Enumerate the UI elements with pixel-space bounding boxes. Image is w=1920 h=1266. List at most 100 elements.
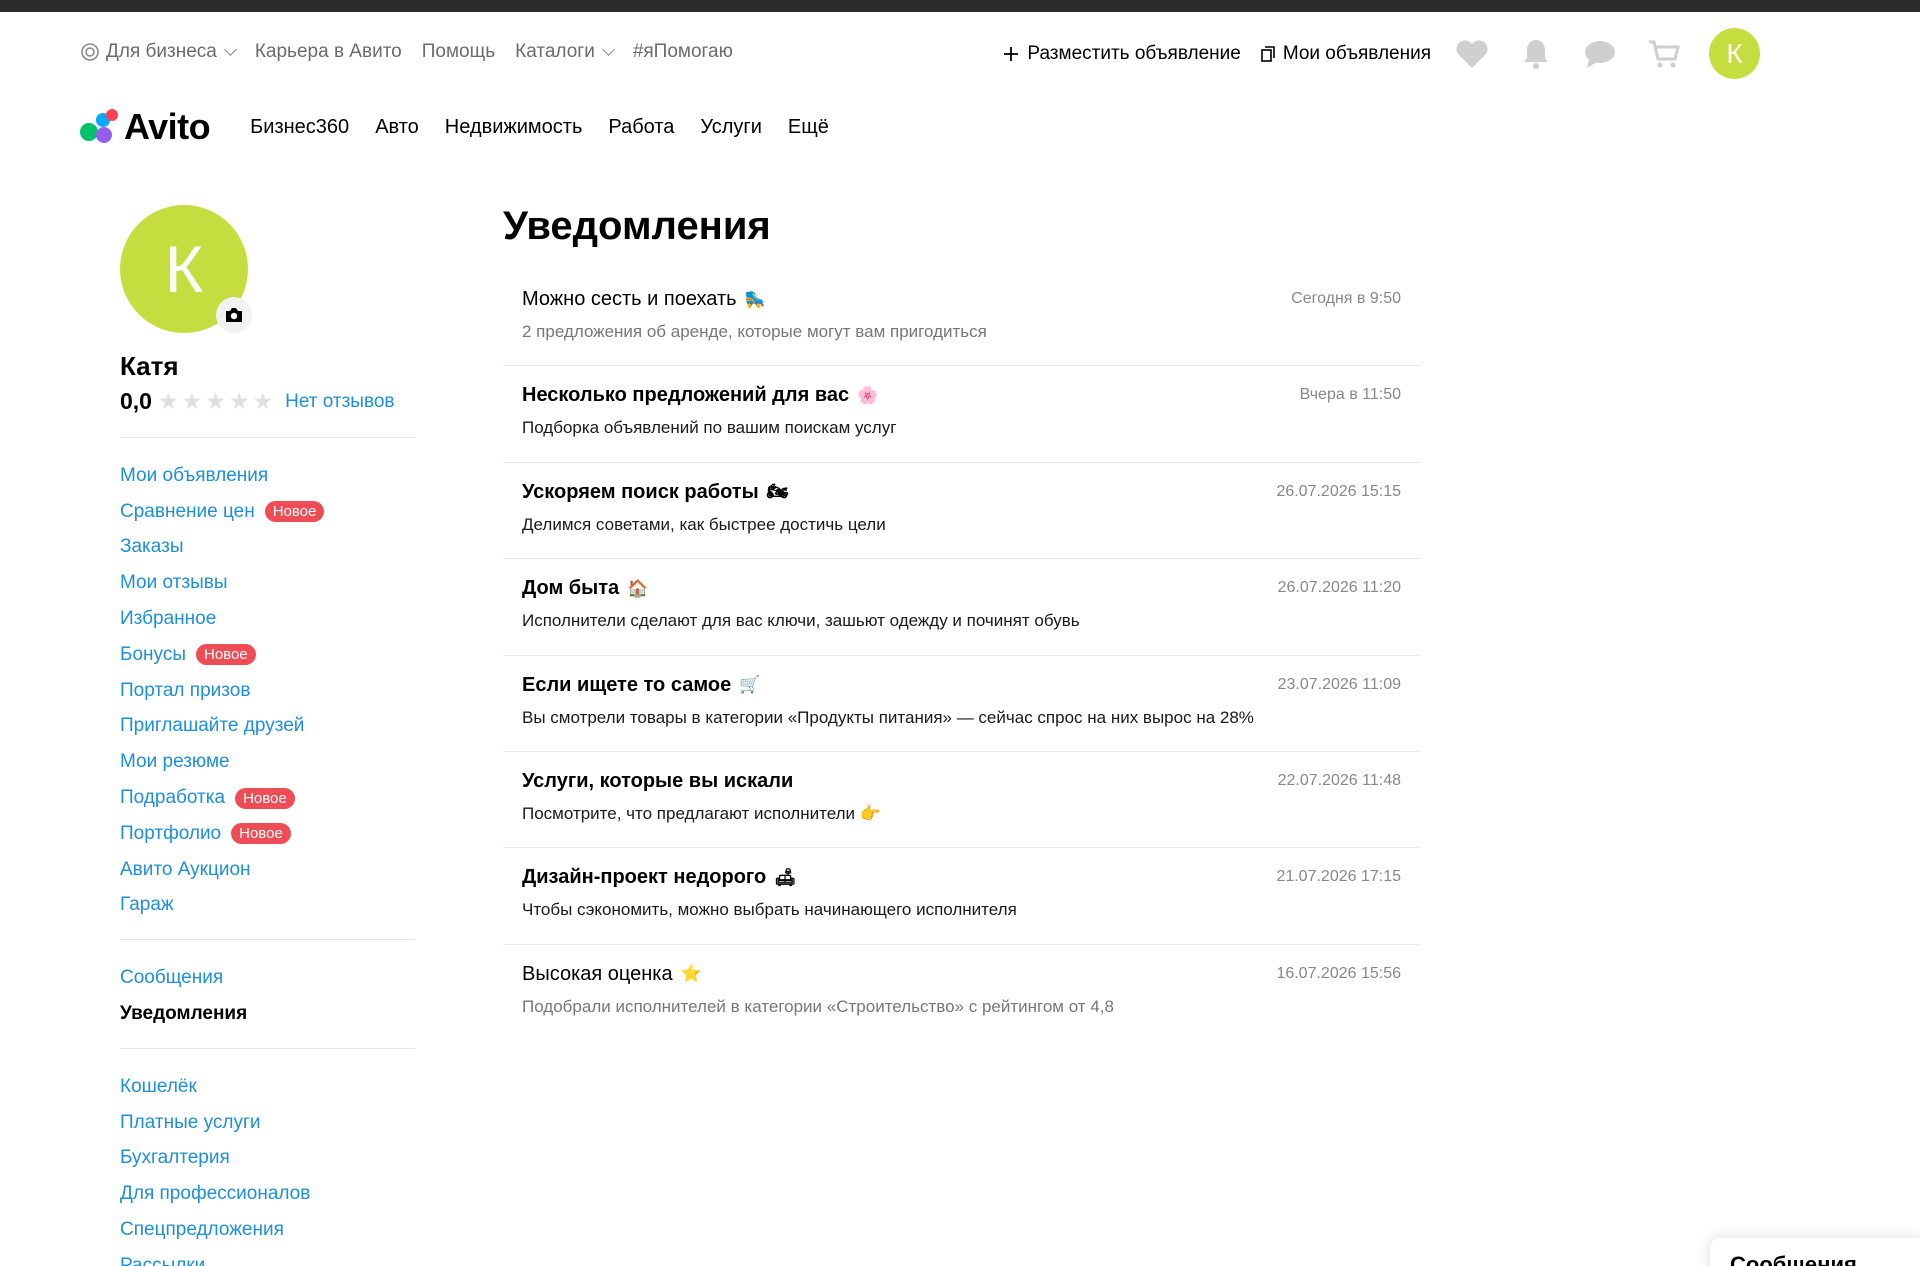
nav-auto[interactable]: Авто xyxy=(375,116,419,139)
business-icon xyxy=(81,43,99,61)
sidebar-item[interactable]: Избранное xyxy=(120,601,415,637)
notification-title-row: Если ищете то самое 🛒 xyxy=(522,674,1401,697)
sidebar-item[interactable]: Авито Аукцион xyxy=(120,852,415,888)
sidebar-item[interactable]: Приглашайте друзей xyxy=(120,709,415,745)
messages-button[interactable] xyxy=(1581,35,1619,73)
notification-time: Сегодня в 9:50 xyxy=(1291,290,1401,307)
new-badge: Новое xyxy=(264,501,325,523)
notification-item[interactable]: Ускоряем поиск работы 🏍 Делимся советами, … xyxy=(503,463,1421,560)
notification-time: 23.07.2026 11:09 xyxy=(1277,675,1401,693)
notification-subtitle: Посмотрите, что предлагают исполнители 👉 xyxy=(522,803,881,823)
sidebar-item-label: Платные услуги xyxy=(120,1111,261,1133)
notification-title: Несколько предложений для вас xyxy=(522,384,850,407)
notification-title-row: Дом быта 🏠 xyxy=(522,577,1401,600)
help-link[interactable]: Помощь xyxy=(422,41,495,63)
sidebar-item[interactable]: Кошелёк xyxy=(120,1069,415,1105)
nav-business360[interactable]: Бизнес360 xyxy=(250,116,349,139)
sidebar-item[interactable]: Мои объявления xyxy=(120,458,415,494)
notifications-list: Можно сесть и поехать 🛼 2 предложения об а… xyxy=(503,270,1421,1041)
notifications-button[interactable] xyxy=(1517,35,1555,73)
favorites-button[interactable] xyxy=(1453,35,1491,73)
sidebar-item-label: Кошелёк xyxy=(120,1075,197,1097)
sidebar-item-label: Бухгалтерия xyxy=(120,1147,230,1169)
cart-button[interactable] xyxy=(1645,35,1683,73)
bell-icon xyxy=(1524,39,1548,69)
notification-time: 16.07.2026 15:56 xyxy=(1276,964,1401,982)
ihelp-link[interactable]: #яПомогаю xyxy=(633,41,733,63)
post-ad-label: Разместить объявление xyxy=(1027,42,1241,64)
for-business-label: Для бизнеса xyxy=(106,41,217,62)
sidebar-item[interactable]: Заказы xyxy=(120,530,415,566)
notification-title: Дизайн-проект недорого xyxy=(522,866,767,889)
avatar-letter: К xyxy=(164,232,204,306)
user-avatar[interactable]: К xyxy=(1709,28,1760,79)
sidebar-item[interactable]: Для профессионалов xyxy=(120,1176,415,1212)
notification-item[interactable]: Высокая оценка ⭐ Подобрали исполнителей в … xyxy=(503,945,1421,1041)
nav-jobs[interactable]: Работа xyxy=(608,116,674,139)
avito-logo[interactable]: Avito xyxy=(80,106,211,148)
sidebar-item[interactable]: Уведомления xyxy=(120,996,415,1032)
notification-title: Дом быта xyxy=(522,577,620,600)
for-business-menu[interactable]: Для бизнеса xyxy=(80,41,237,63)
sidebar-item[interactable]: Рассылки xyxy=(120,1248,415,1266)
category-nav: Бизнес360 Авто Недвижимость Работа Услуг… xyxy=(250,116,829,139)
profile-avatar[interactable]: К xyxy=(120,205,252,333)
notification-time: 26.07.2026 15:15 xyxy=(1276,482,1401,500)
notification-item[interactable]: Дом быта 🏠 Исполнители сделают для вас клю… xyxy=(503,559,1421,656)
notification-title-row: Ускоряем поиск работы 🏍 xyxy=(522,481,1401,504)
notification-subtitle: 2 предложения об аренде, которые могут в… xyxy=(522,322,987,341)
logo-dots-icon xyxy=(80,109,120,145)
change-photo-button[interactable] xyxy=(216,297,252,333)
sidebar-item-label: Мои объявления xyxy=(120,464,269,486)
notification-time: 26.07.2026 11:20 xyxy=(1277,579,1401,597)
messenger-tab[interactable]: Сообщения xyxy=(1710,1238,1920,1266)
star-icon: ★ xyxy=(181,388,203,414)
notification-time: 22.07.2026 11:48 xyxy=(1277,771,1401,789)
notification-emoji-icon: 🏍 xyxy=(766,482,789,503)
sidebar-item[interactable]: Портфолио Новое xyxy=(120,816,415,852)
notification-subtitle: Чтобы сэкономить, можно выбрать начинающ… xyxy=(522,900,1017,920)
sidebar-item-label: Гараж xyxy=(120,894,174,916)
sidebar-item[interactable]: Сообщения xyxy=(120,960,415,996)
sidebar-item-label: Мои резюме xyxy=(120,751,230,773)
notification-emoji-icon: 🛼 xyxy=(744,289,766,310)
sidebar-item-label: Сообщения xyxy=(120,967,224,989)
sidebar-item[interactable]: Портал призов xyxy=(120,673,415,709)
sidebar-item-label: Рассылки xyxy=(120,1254,206,1266)
career-link[interactable]: Карьера в Авито xyxy=(255,41,402,63)
sidebar-group-main: Мои объявления Сравнение цен Новое Заказы Мо… xyxy=(120,438,415,939)
nav-realty[interactable]: Недвижимость xyxy=(445,116,583,139)
sidebar-item[interactable]: Платные услуги xyxy=(120,1105,415,1141)
sidebar-item[interactable]: Мои отзывы xyxy=(120,565,415,601)
notification-item[interactable]: Дизайн-проект недорого 🛋 Чтобы сэкономить,… xyxy=(503,848,1421,945)
sidebar-item[interactable]: Гараж xyxy=(120,888,415,924)
notification-title: Ускоряем поиск работы xyxy=(522,480,759,503)
sidebar-item-label: Спецпредложения xyxy=(120,1219,284,1241)
sidebar-item[interactable]: Сравнение цен Новое xyxy=(120,494,415,530)
notification-item[interactable]: Если ищете то самое 🛒 Вы смотрели товары в… xyxy=(503,656,1421,752)
nav-more[interactable]: Ещё xyxy=(788,116,829,139)
notification-item[interactable]: Несколько предложений для вас 🌸 Подборка о… xyxy=(503,366,1421,463)
notification-item[interactable]: Можно сесть и поехать 🛼 2 предложения об а… xyxy=(503,270,1421,367)
notification-title-row: Несколько предложений для вас 🌸 xyxy=(522,384,1401,407)
no-reviews-link[interactable]: Нет отзывов xyxy=(285,391,394,413)
sidebar-item[interactable]: Мои резюме xyxy=(120,744,415,780)
sidebar-item[interactable]: Бухгалтерия xyxy=(120,1141,415,1177)
catalogs-menu[interactable]: Каталоги xyxy=(515,41,615,63)
star-icon: ★ xyxy=(228,388,250,414)
sidebar-item-label: Приглашайте друзей xyxy=(120,715,305,737)
notification-item[interactable]: Услуги, которые вы искали Посмотрите, что… xyxy=(503,752,1421,849)
notification-title-row: Можно сесть и поехать 🛼 xyxy=(522,288,1401,311)
notification-emoji-icon: 🛋 xyxy=(774,867,796,888)
sidebar-item-label: Уведомления xyxy=(120,1003,248,1025)
my-ads-button[interactable]: Мои объявления xyxy=(1261,43,1431,65)
post-ad-button[interactable]: Разместить объявление xyxy=(1003,42,1241,65)
star-icon: ★ xyxy=(252,388,274,414)
utility-bar: Для бизнеса Карьера в Авито Помощь Катал… xyxy=(80,28,1760,79)
sidebar-item[interactable]: Спецпредложения xyxy=(120,1212,415,1248)
sidebar-item[interactable]: Подработка Новое xyxy=(120,780,415,816)
nav-services[interactable]: Услуги xyxy=(700,116,762,139)
my-ads-icon xyxy=(1261,45,1275,62)
sidebar-item[interactable]: Бонусы Новое xyxy=(120,637,415,673)
sidebar-item-label: Портфолио xyxy=(120,822,222,844)
